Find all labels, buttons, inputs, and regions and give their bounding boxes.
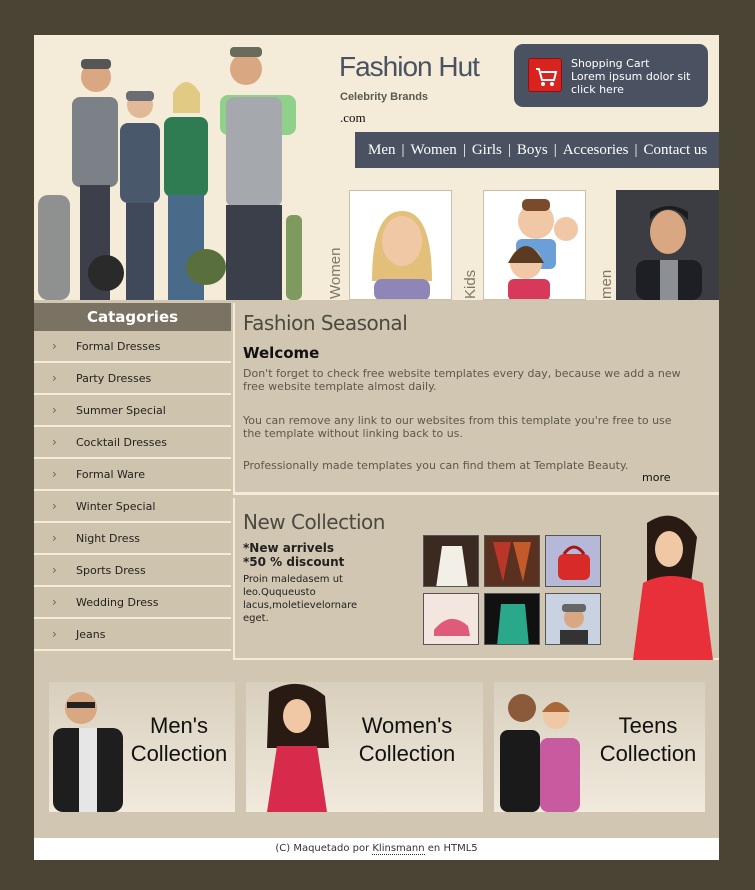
category-cocktail-dresses[interactable]: › Cocktail Dresses xyxy=(34,427,231,459)
mens-collection-box[interactable]: Men's Collection xyxy=(49,682,235,812)
thumb-label-women: Women xyxy=(327,247,344,299)
main-nav: Men | Women | Girls | Boys | Accesories … xyxy=(355,132,719,168)
footer-author-link[interactable]: Klinsmann xyxy=(372,843,425,855)
nav-separator: | xyxy=(401,141,405,158)
nav-separator: | xyxy=(507,141,511,158)
product-thumb-top[interactable] xyxy=(484,593,540,645)
nav-separator: | xyxy=(553,141,557,158)
new-collection-desc: Proin maledasem ut leo.Ququeusto lacus,m… xyxy=(243,574,358,624)
category-formal-dresses[interactable]: › Formal Dresses xyxy=(34,331,231,363)
categories-title: Catagories xyxy=(34,303,231,331)
fashion-seasonal-section: Fashion Seasonal Welcome Don't forget to… xyxy=(233,303,719,495)
teens-collection-title[interactable]: Teens Collection xyxy=(593,712,703,768)
nav-separator: | xyxy=(462,141,466,158)
categories-sidebar: Catagories › Formal Dresses › Party Dresse… xyxy=(34,303,231,651)
seasonal-paragraph-1: Don't forget to check free website templ… xyxy=(243,367,681,393)
chevron-right-icon: › xyxy=(52,499,57,513)
discount-tag: *50 % discount xyxy=(243,555,345,569)
more-link[interactable]: more xyxy=(642,471,671,484)
product-thumb-ties[interactable] xyxy=(484,535,540,587)
category-label[interactable]: Jeans xyxy=(76,628,105,641)
category-label[interactable]: Winter Special xyxy=(76,500,155,513)
chevron-right-icon: › xyxy=(52,435,57,449)
seasonal-paragraph-3: Professionally made templates you can fi… xyxy=(243,459,629,472)
nav-boys[interactable]: Boys xyxy=(517,142,548,159)
thumb-label-kids: Kids xyxy=(462,269,479,299)
chevron-right-icon: › xyxy=(52,467,57,481)
womens-collection-line2[interactable]: Collection xyxy=(344,740,470,768)
womens-collection-title[interactable]: Women's Collection xyxy=(344,712,470,768)
footer-suffix: en HTML5 xyxy=(424,843,478,854)
category-label[interactable]: Sports Dress xyxy=(76,564,146,577)
product-thumb-cap[interactable] xyxy=(545,593,601,645)
category-night-dress[interactable]: › Night Dress xyxy=(34,523,231,555)
collections-row: Men's Collection Women's Collection Teen… xyxy=(34,662,719,832)
footer-prefix: (C) Maquetado por xyxy=(275,843,373,854)
nav-women[interactable]: Women xyxy=(411,142,457,159)
page: Fashion Hut Celebrity Brands .com Shoppi… xyxy=(34,35,719,860)
category-label[interactable]: Night Dress xyxy=(76,532,140,545)
category-summer-special[interactable]: › Summer Special xyxy=(34,395,231,427)
thumb-kids[interactable] xyxy=(483,190,586,300)
chevron-right-icon: › xyxy=(52,595,57,609)
seasonal-title: Fashion Seasonal xyxy=(243,311,408,335)
category-label[interactable]: Cocktail Dresses xyxy=(76,436,167,449)
seasonal-paragraph-2: You can remove any link to our websites … xyxy=(243,414,672,440)
shopping-cart-icon[interactable] xyxy=(528,58,562,92)
shopping-cart-box[interactable]: Shopping Cart Lorem ipsum dolor sit clic… xyxy=(514,44,708,107)
nav-accesories[interactable]: Accesories xyxy=(563,142,629,159)
site-subtitle: Celebrity Brands xyxy=(340,91,429,103)
thumb-men[interactable] xyxy=(616,190,719,300)
category-winter-special[interactable]: › Winter Special xyxy=(34,491,231,523)
teens-collection-line2[interactable]: Collection xyxy=(593,740,703,768)
category-label[interactable]: Wedding Dress xyxy=(76,596,158,609)
cart-desc: Lorem ipsum dolor sit xyxy=(571,70,691,83)
header: Fashion Hut Celebrity Brands .com Shoppi… xyxy=(34,35,719,300)
nav-men[interactable]: Men xyxy=(368,142,396,159)
model-image xyxy=(625,513,719,660)
chevron-right-icon: › xyxy=(52,531,57,545)
site-title[interactable]: Fashion Hut xyxy=(339,51,480,83)
teens-collection-box[interactable]: Teens Collection xyxy=(494,682,705,812)
site-domain: .com xyxy=(340,110,366,125)
category-formal-ware[interactable]: › Formal Ware xyxy=(34,459,231,491)
chevron-right-icon: › xyxy=(52,339,57,353)
category-label[interactable]: Party Dresses xyxy=(76,372,151,385)
welcome-heading: Welcome xyxy=(243,344,320,362)
category-wedding-dress[interactable]: › Wedding Dress xyxy=(34,587,231,619)
chevron-right-icon: › xyxy=(52,371,57,385)
womens-collection-line1[interactable]: Women's xyxy=(344,712,470,740)
chevron-right-icon: › xyxy=(52,627,57,641)
new-collection-section: New Collection *New arrivels *50 % disco… xyxy=(233,498,719,660)
thumb-women[interactable] xyxy=(349,190,452,300)
footer: (C) Maquetado por Klinsmann en HTML5 xyxy=(34,838,719,860)
product-thumb-handbag[interactable] xyxy=(545,535,601,587)
cart-title[interactable]: Shopping Cart xyxy=(571,57,705,70)
category-sports-dress[interactable]: › Sports Dress xyxy=(34,555,231,587)
category-label[interactable]: Formal Dresses xyxy=(76,340,160,353)
product-thumb-shoes[interactable] xyxy=(423,593,479,645)
category-label[interactable]: Formal Ware xyxy=(76,468,145,481)
chevron-right-icon: › xyxy=(52,403,57,417)
cart-link[interactable]: click here xyxy=(571,83,705,96)
chevron-right-icon: › xyxy=(52,563,57,577)
new-arrivals-tag: *New arrivels xyxy=(243,541,334,555)
category-jeans[interactable]: › Jeans xyxy=(34,619,231,651)
nav-separator: | xyxy=(634,141,638,158)
teens-collection-line1[interactable]: Teens xyxy=(593,712,703,740)
mens-collection-title[interactable]: Men's Collection xyxy=(123,712,235,768)
shopping-cart-text[interactable]: Shopping Cart Lorem ipsum dolor sit clic… xyxy=(571,57,705,96)
nav-contact[interactable]: Contact us xyxy=(644,142,708,159)
womens-collection-box[interactable]: Women's Collection xyxy=(246,682,483,812)
thumb-label-men: men xyxy=(598,269,615,299)
nav-girls[interactable]: Girls xyxy=(472,142,502,159)
category-label[interactable]: Summer Special xyxy=(76,404,166,417)
new-collection-title: New Collection xyxy=(243,510,385,534)
product-thumb-dress[interactable] xyxy=(423,535,479,587)
hero-image xyxy=(34,35,334,300)
mens-collection-line1[interactable]: Men's xyxy=(123,712,235,740)
category-party-dresses[interactable]: › Party Dresses xyxy=(34,363,231,395)
mens-collection-line2[interactable]: Collection xyxy=(123,740,235,768)
